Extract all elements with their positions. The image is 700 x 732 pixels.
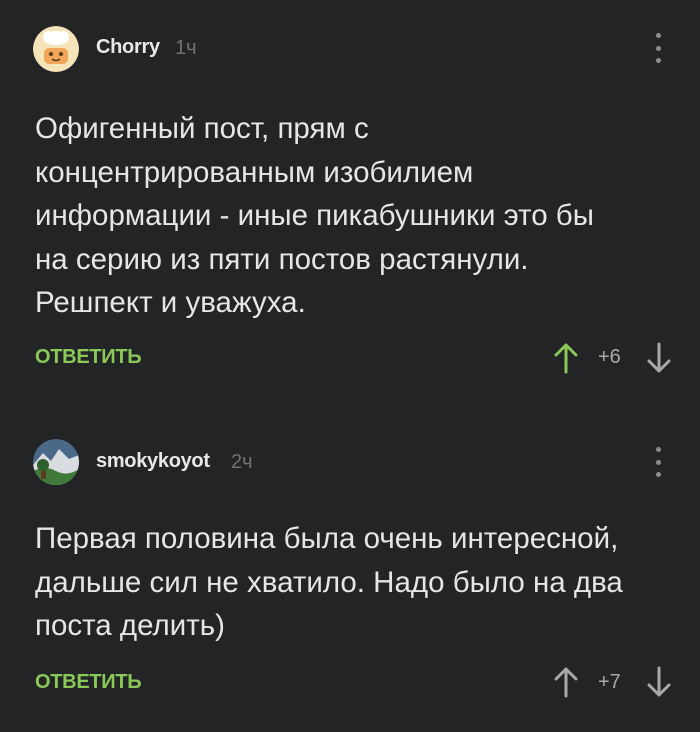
- arrow-up-icon[interactable]: [554, 342, 578, 374]
- arrow-down-icon[interactable]: [647, 342, 671, 374]
- username[interactable]: Chorry: [96, 36, 160, 59]
- comment: smokykoyot 2ч Первая половина была очень…: [0, 420, 700, 732]
- score: +6: [598, 346, 621, 368]
- avatar[interactable]: [33, 26, 79, 72]
- comment-text: Офигенный пост, прям с концентрированным…: [35, 112, 594, 319]
- username[interactable]: smokykoyot: [96, 450, 210, 473]
- comment-text: Первая половина была очень интересной, д…: [35, 522, 623, 642]
- more-vertical-icon[interactable]: [650, 447, 666, 477]
- arrow-down-icon[interactable]: [647, 666, 671, 698]
- comment-time: 1ч: [175, 37, 197, 59]
- comment: Chorry 1ч Офигенный пост, прям с концент…: [0, 0, 700, 390]
- reply-button[interactable]: ОТВЕТИТЬ: [35, 346, 142, 369]
- arrow-up-icon[interactable]: [554, 666, 578, 698]
- reply-button[interactable]: ОТВЕТИТЬ: [35, 671, 142, 694]
- comment-time: 2ч: [231, 451, 253, 473]
- avatar[interactable]: [33, 439, 79, 485]
- more-vertical-icon[interactable]: [650, 33, 666, 63]
- score: +7: [598, 671, 621, 693]
